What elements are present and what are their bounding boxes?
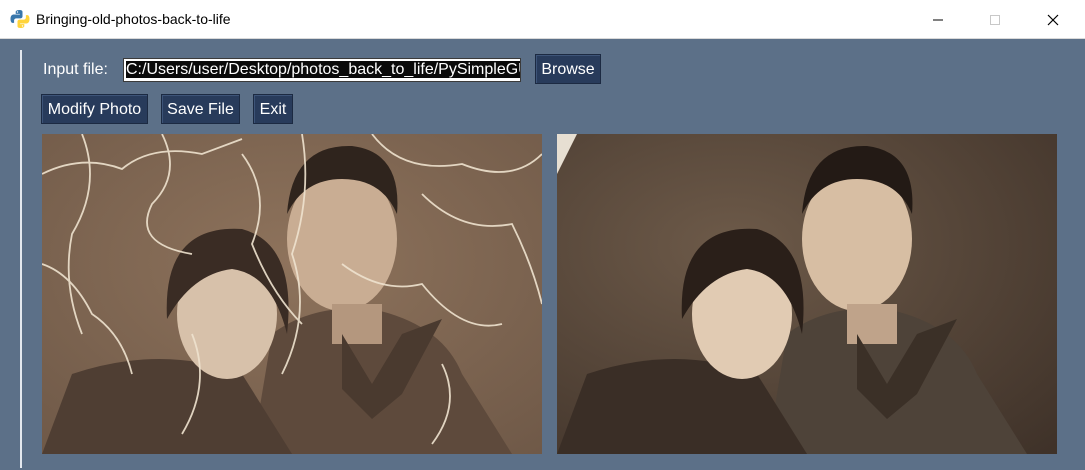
save-file-button[interactable]: Save File: [161, 94, 240, 124]
window-content: Input file: C:/Users/user/Desktop/photos…: [0, 39, 1085, 470]
close-icon: [1047, 14, 1059, 25]
original-photo: [42, 134, 542, 454]
modify-photo-button[interactable]: Modify Photo: [41, 94, 148, 124]
input-file-field[interactable]: C:/Users/user/Desktop/photos_back_to_lif…: [123, 58, 521, 82]
minimize-button[interactable]: [915, 0, 961, 39]
vertical-separator: [20, 50, 22, 468]
window-title: Bringing-old-photos-back-to-life: [36, 11, 231, 27]
input-file-value: C:/Users/user/Desktop/photos_back_to_lif…: [126, 61, 520, 78]
maximize-icon: [990, 14, 1000, 25]
title-bar: Bringing-old-photos-back-to-life: [0, 0, 1085, 39]
browse-button[interactable]: Browse: [535, 54, 601, 84]
minimize-icon: [933, 19, 943, 20]
close-button[interactable]: [1030, 0, 1076, 39]
restored-photo: [557, 134, 1057, 454]
maximize-button[interactable]: [972, 0, 1018, 39]
input-file-label: Input file:: [43, 61, 108, 78]
exit-button[interactable]: Exit: [253, 94, 293, 124]
python-icon: [10, 10, 30, 28]
